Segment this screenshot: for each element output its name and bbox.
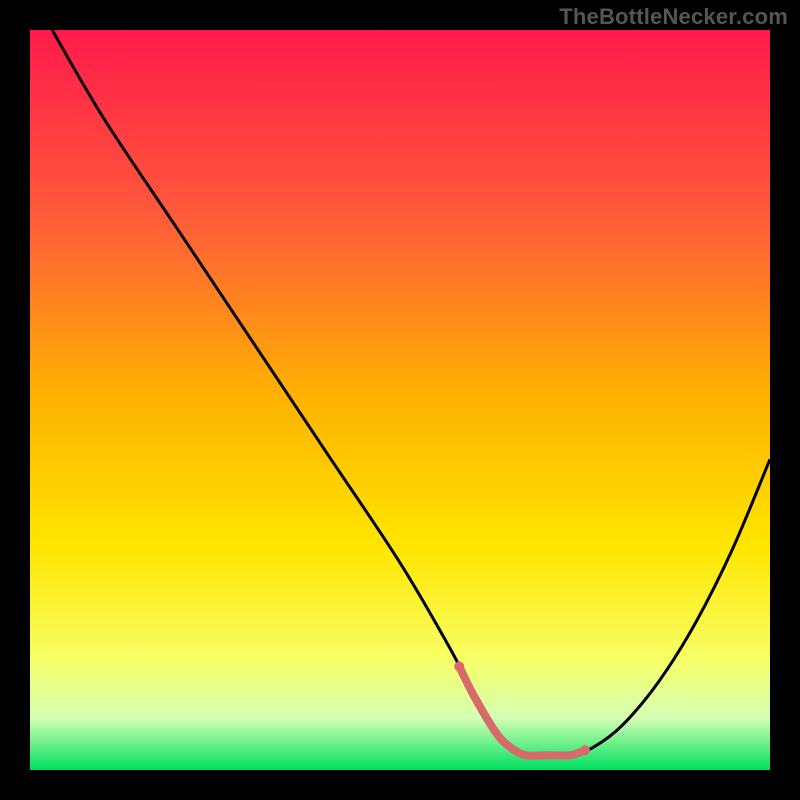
- chart-frame: TheBottleNecker.com: [0, 0, 800, 800]
- gradient-background: [30, 30, 770, 770]
- chart-svg: [30, 30, 770, 770]
- attribution-text: TheBottleNecker.com: [559, 4, 788, 30]
- highlight-dot: [580, 745, 590, 755]
- plot-area: [30, 30, 770, 770]
- highlight-dot: [454, 661, 464, 671]
